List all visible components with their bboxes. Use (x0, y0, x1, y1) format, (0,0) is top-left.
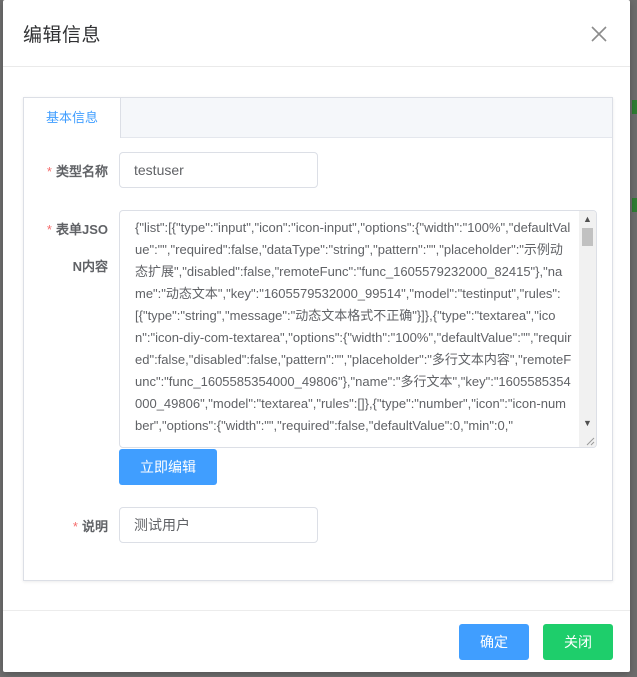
dialog-header: 编辑信息 (3, 0, 630, 67)
description-input[interactable] (119, 507, 318, 543)
footer-divider (3, 610, 630, 611)
backdrop-marker (632, 100, 637, 114)
scrollbar-thumb[interactable] (582, 228, 593, 246)
form-json-label-line2: N内容 (72, 259, 108, 274)
type-name-input[interactable] (119, 152, 318, 188)
close-button[interactable]: 关闭 (543, 624, 613, 660)
edit-dialog: 编辑信息 基本信息 *类型名称 *表单JSO N内容 {"list":[{"ty… (3, 0, 630, 672)
confirm-button[interactable]: 确定 (459, 624, 529, 660)
form-json-textarea[interactable]: {"list":[{"type":"input","icon":"icon-in… (119, 210, 597, 448)
textarea-scrollbar[interactable]: ▲ ▼ (579, 211, 596, 447)
edit-now-button[interactable]: 立即编辑 (119, 449, 217, 485)
required-asterisk: * (72, 519, 78, 534)
required-asterisk: * (46, 222, 52, 237)
description-label-text: 说明 (81, 519, 108, 534)
dialog-title: 编辑信息 (23, 25, 102, 46)
type-name-label-text: 类型名称 (55, 164, 108, 179)
basic-info-card: 基本信息 *类型名称 *表单JSO N内容 {"list":[{"type":"… (23, 97, 613, 581)
form-json-label-line1: 表单JSO (55, 222, 108, 237)
scroll-down-arrow-icon[interactable]: ▼ (579, 416, 596, 430)
tab-basic-info[interactable]: 基本信息 (24, 98, 121, 138)
resize-grip-icon[interactable] (583, 433, 595, 446)
backdrop-marker (632, 198, 637, 212)
form-json-label: * 表单JSO (38, 219, 108, 238)
scroll-up-arrow-icon[interactable]: ▲ (579, 212, 596, 226)
close-icon[interactable] (589, 24, 609, 44)
tab-bar: 基本信息 (24, 98, 612, 138)
required-asterisk: * (46, 164, 52, 179)
type-name-label: * 类型名称 (38, 161, 108, 180)
form-json-text[interactable]: {"list":[{"type":"input","icon":"icon-in… (135, 217, 572, 437)
description-label: * 说明 (38, 516, 108, 535)
